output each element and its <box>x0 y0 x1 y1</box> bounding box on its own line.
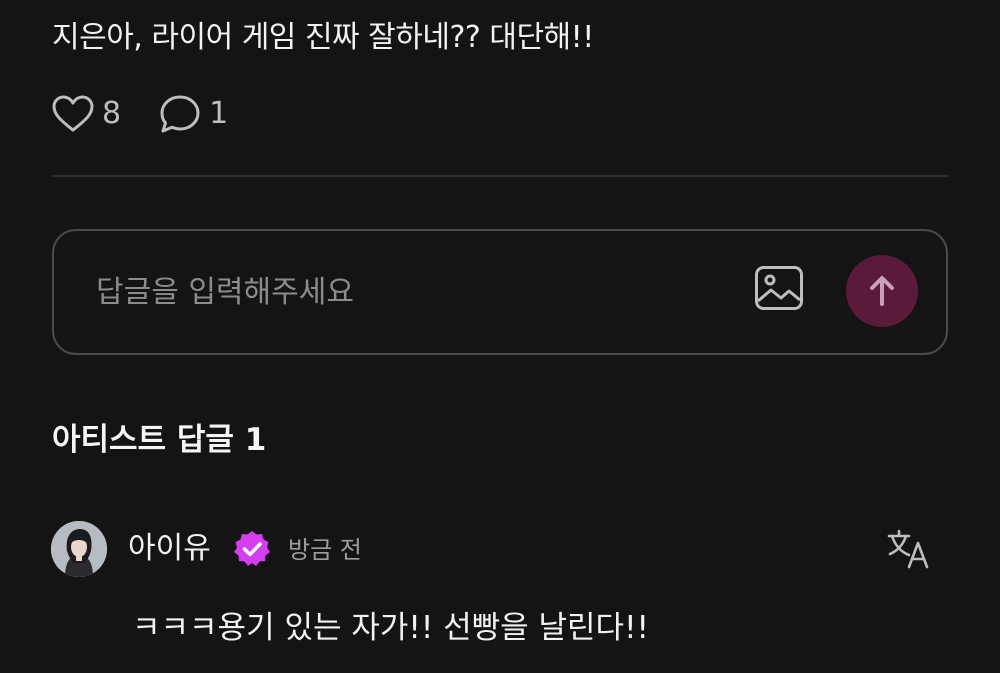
reply-composer <box>52 229 948 355</box>
attach-image-button[interactable] <box>754 265 804 315</box>
speech-bubble-icon <box>160 95 200 133</box>
arrow-up-icon <box>870 276 894 306</box>
post-text: 지은아, 라이어 게임 진짜 잘하네?? 대단해!! <box>52 20 594 55</box>
heart-outline-icon <box>52 95 94 132</box>
avatar[interactable] <box>51 521 107 577</box>
send-reply-button[interactable] <box>846 255 918 327</box>
reply-input[interactable] <box>96 267 696 317</box>
post-actions: 8 1 <box>52 92 228 136</box>
author-name[interactable]: 아이유 <box>128 527 211 571</box>
like-count: 8 <box>102 96 122 131</box>
divider <box>52 175 949 177</box>
like-button[interactable]: 8 <box>52 92 121 136</box>
post-detail-page: 지은아, 라이어 게임 진짜 잘하네?? 대단해!! 8 1 답글을 입력해주세… <box>0 0 1000 673</box>
image-icon <box>755 266 803 310</box>
artist-reply-header: 아이유 방금 전 <box>51 521 951 577</box>
comment-count: 1 <box>209 96 229 131</box>
comment-button[interactable]: 1 <box>159 92 228 136</box>
verified-badge-icon <box>232 529 272 573</box>
avatar-image <box>51 521 107 577</box>
artist-reply-text: ㅋㅋㅋ용기 있는 자가!! 선빵을 날린다!! <box>132 610 649 646</box>
translate-button[interactable] <box>887 529 931 573</box>
comment-timestamp: 방금 전 <box>288 536 362 564</box>
artist-replies-title: 아티스트 답글 1 <box>52 422 267 458</box>
translate-icon <box>887 529 929 569</box>
